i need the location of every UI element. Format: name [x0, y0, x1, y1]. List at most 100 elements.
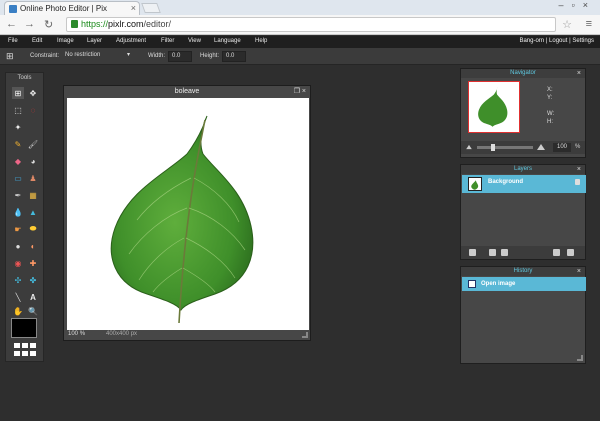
navigator-x-label: X: — [547, 87, 553, 93]
tool-options-bar: ⊞ Constraint: No restriction ▾ Width: 0.… — [0, 48, 600, 65]
bloat-tool-icon[interactable]: ✣ — [12, 274, 24, 286]
window-controls[interactable]: –▫× — [559, 0, 596, 10]
document-window-buttons[interactable]: ❐ × — [294, 86, 306, 97]
lock-icon[interactable] — [575, 179, 580, 185]
navigator-thumbnail[interactable] — [468, 81, 520, 133]
layer-thumbnail — [468, 177, 482, 191]
menu-help[interactable]: Help — [255, 38, 267, 44]
stamp-tool-icon[interactable]: ♟ — [27, 172, 39, 184]
menu-layer[interactable]: Layer — [87, 38, 102, 44]
zoom-out-icon[interactable] — [466, 144, 472, 150]
sharpen-tool-icon[interactable]: ▲ — [27, 206, 39, 218]
replace-tool-icon[interactable]: ▦ — [27, 189, 39, 201]
menu-file[interactable]: File — [8, 38, 18, 44]
layer-row[interactable]: Background — [462, 175, 586, 193]
constraint-select[interactable]: No restriction ▾ — [62, 51, 134, 62]
zoom-in-icon[interactable] — [537, 144, 545, 150]
eraser-tool-icon[interactable]: ◆ — [12, 155, 24, 167]
url-scheme: https:// — [81, 19, 109, 29]
browser-tab[interactable]: Online Photo Editor | Pix × — [4, 1, 140, 15]
menu-image[interactable]: Image — [57, 38, 74, 44]
address-bar[interactable]: https://pixlr.com/editor/ — [66, 17, 556, 32]
zoom-slider[interactable] — [477, 146, 533, 149]
brush-tool-icon[interactable]: 🖌 — [27, 138, 39, 150]
resize-handle-icon[interactable] — [302, 332, 308, 338]
trash-icon[interactable] — [567, 249, 574, 256]
zoom-percent-label: % — [575, 144, 581, 150]
marquee-tool-icon[interactable]: ⬚ — [12, 104, 24, 116]
menu-adjustment[interactable]: Adjustment — [116, 38, 146, 44]
history-item[interactable]: Open image — [462, 277, 586, 291]
layers-panel: Layers × Background — [460, 164, 586, 260]
close-icon[interactable]: × — [577, 165, 581, 174]
grid-icon[interactable] — [14, 343, 36, 357]
back-icon[interactable]: ← — [6, 18, 17, 30]
pinch-tool-icon[interactable]: ✤ — [27, 274, 39, 286]
redeye-tool-icon[interactable]: ◉ — [12, 257, 24, 269]
close-icon[interactable]: × — [577, 267, 581, 276]
url-host: pixlr.com — [108, 19, 144, 29]
menu-edit[interactable]: Edit — [32, 38, 42, 44]
spot-heal-tool-icon[interactable]: ✚ — [27, 257, 39, 269]
crop-icon: ⊞ — [6, 51, 14, 61]
close-tab-icon[interactable]: × — [131, 2, 136, 15]
history-title: History — [513, 268, 533, 274]
width-input[interactable]: 0.0 — [168, 51, 192, 62]
document-title: boleave — [174, 88, 200, 95]
constraint-value: No restriction — [65, 52, 101, 58]
smudge-tool-icon[interactable]: ☛ — [12, 223, 24, 235]
gradient-tool-icon[interactable]: ▭ — [12, 172, 24, 184]
pencil-tool-icon[interactable]: ✎ — [12, 138, 24, 150]
menu-filter[interactable]: Filter — [161, 38, 174, 44]
foreground-color-swatch[interactable] — [11, 318, 37, 338]
forward-icon[interactable]: → — [24, 18, 35, 30]
layer-mask-icon[interactable] — [489, 249, 496, 256]
document-zoom-unit: % — [79, 331, 86, 337]
height-input[interactable]: 0.0 — [222, 51, 246, 62]
leaf-image — [110, 115, 254, 324]
layer-styles-icon[interactable] — [469, 249, 476, 256]
menu-view[interactable]: View — [188, 38, 201, 44]
dodge-tool-icon[interactable]: ◐ — [27, 240, 39, 252]
picker-tool-icon[interactable]: ✒ — [12, 189, 24, 201]
navigator-header: Navigator × — [461, 69, 585, 78]
layers-header: Layers × — [461, 165, 585, 174]
lasso-tool-icon[interactable]: ◌ — [27, 104, 39, 116]
layer-settings-icon[interactable] — [501, 249, 508, 256]
browser-toolbar: ← → ↻ https://pixlr.com/editor/ ☆ ≡ — [0, 15, 600, 35]
zoom-tool-icon[interactable]: 🔍 — [27, 305, 39, 317]
app-root: Online Photo Editor | Pix × –▫× ← → ↻ ht… — [0, 0, 600, 421]
logout-link[interactable]: Logout — [549, 38, 567, 44]
history-item-label: Open image — [481, 281, 516, 287]
zoom-slider-handle[interactable] — [491, 144, 495, 151]
height-label: Height: — [200, 53, 220, 59]
user-name-link[interactable]: Bang-orn — [519, 38, 544, 44]
layer-name: Background — [488, 179, 524, 185]
sponge-tool-icon[interactable]: ⬬ — [27, 223, 39, 235]
reload-icon[interactable]: ↻ — [44, 18, 53, 31]
browser-menu-icon[interactable]: ≡ — [586, 18, 592, 30]
move-tool-icon[interactable]: ✥ — [27, 87, 39, 99]
text-tool-icon[interactable]: A — [27, 291, 39, 303]
resize-handle-icon[interactable] — [577, 355, 583, 361]
menu-language[interactable]: Language — [214, 38, 241, 44]
bucket-tool-icon[interactable]: ◕ — [27, 155, 39, 167]
bookmark-star-icon[interactable]: ☆ — [562, 18, 572, 31]
url-path: /editor/ — [143, 19, 172, 29]
close-icon[interactable]: × — [577, 69, 581, 78]
color-replace-icon[interactable]: ╲ — [12, 291, 24, 303]
hand-tool-icon[interactable]: ✋ — [12, 305, 24, 317]
crop-tool-icon[interactable]: ⊞ — [12, 87, 24, 99]
zoom-input[interactable]: 100 — [553, 143, 571, 152]
burn-tool-icon[interactable]: ● — [12, 240, 24, 252]
tools-title: Tools — [17, 75, 32, 81]
drop-tool-icon[interactable]: 💧 — [12, 206, 24, 218]
wand-tool-icon[interactable]: ✦ — [12, 121, 24, 133]
new-layer-icon[interactable] — [553, 249, 560, 256]
layers-title: Layers — [513, 166, 532, 172]
open-image-icon — [468, 280, 476, 288]
image-canvas[interactable] — [67, 98, 309, 330]
navigator-zoombar: 100 % — [461, 141, 585, 154]
settings-link[interactable]: Settings — [572, 38, 594, 44]
new-tab-button[interactable] — [141, 3, 161, 13]
